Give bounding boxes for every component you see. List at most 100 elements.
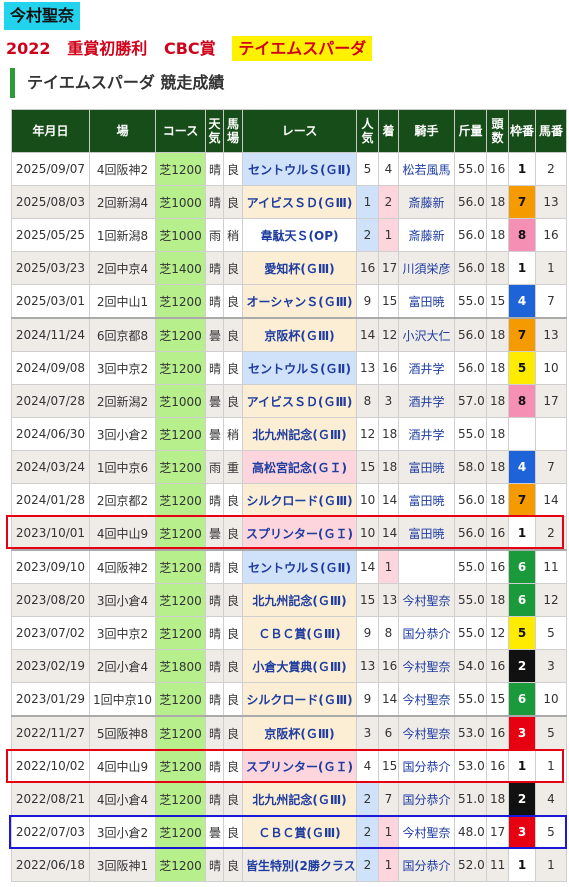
cell-race[interactable]: アイビスＳＤ(ＧⅢ) [242,384,357,418]
cell-track[interactable]: 2回新潟2 [89,384,156,418]
cell-jockey[interactable]: 酒井学 [398,351,455,385]
cell-track[interactable]: 3回中京2 [89,616,156,650]
cell-race[interactable]: オーシャンＳ(ＧⅢ) [242,284,357,319]
cell-track[interactable]: 4回阪神2 [89,152,156,186]
cell-race[interactable]: 愛知杯(ＧⅢ) [242,251,357,285]
cell-pop: 16 [356,251,379,285]
cell-finish: 7 [378,782,399,816]
cell-jockey[interactable]: 今村聖奈 [398,583,455,617]
cell-weight: 57.0 [454,384,487,418]
cell-weight: 55.0 [454,616,487,650]
cell-date: 2022/07/03 [11,815,90,849]
cell-race[interactable]: シルクロード(ＧⅢ) [242,682,357,717]
cell-going: 良 [223,749,243,783]
cell-track[interactable]: 2回京都2 [89,483,156,517]
cell-course: 芝1200 [155,516,206,551]
cell-race[interactable]: ＣＢＣ賞(ＧⅢ) [242,616,357,650]
cell-weight: 54.0 [454,649,487,683]
cell-track[interactable]: 2回中山1 [89,284,156,319]
cell-jockey[interactable]: 松若風馬 [398,152,455,186]
cell-weight: 56.0 [454,483,487,517]
cell-waku: 7 [508,317,536,352]
cell-track[interactable]: 4回小倉4 [89,782,156,816]
cell-race[interactable]: 小倉大賞典(ＧⅢ) [242,649,357,683]
cell-jockey[interactable]: 富田暁 [398,284,455,319]
cell-jockey[interactable]: 斎藤新 [398,185,455,219]
cell-race[interactable]: 京阪杯(ＧⅢ) [242,715,357,750]
cell-track[interactable]: 3回小倉2 [89,417,156,451]
cell-pop: 14 [356,549,379,584]
cell-track[interactable]: 2回新潟4 [89,185,156,219]
cell-race[interactable]: アイビスＳＤ(ＧⅢ) [242,185,357,219]
cell-race[interactable]: 北九州記念(ＧⅢ) [242,782,357,816]
cell-jockey[interactable] [398,549,455,584]
cell-race[interactable]: スプリンター(ＧＩ) [242,749,357,783]
cell-jockey[interactable]: 国分恭介 [398,848,455,882]
cell-umaban [535,417,567,451]
section-label: 競走成績 [160,73,225,92]
table-row: 2025/09/07 4回阪神2 芝1200 晴良セントウルＳ(ＧⅡ) 5 4 松若風馬 55… [11,152,567,186]
cell-jockey[interactable]: 酒井学 [398,384,455,418]
cell-date: 2025/03/23 [11,251,90,285]
cell-jockey[interactable]: 国分恭介 [398,749,455,783]
cell-track[interactable]: 4回阪神2 [89,549,156,584]
cell-track[interactable]: 2回中京4 [89,251,156,285]
cell-race[interactable]: 韋駄天Ｓ(OP) [242,218,357,252]
cell-jockey[interactable]: 国分恭介 [398,782,455,816]
cell-track[interactable]: 3回中京2 [89,351,156,385]
cell-track[interactable]: 5回阪神8 [89,715,156,750]
cell-track[interactable]: 4回中山9 [89,516,156,551]
cell-jockey[interactable]: 富田暁 [398,483,455,517]
cell-race[interactable]: 高松宮記念(ＧＩ) [242,450,357,484]
cell-course: 芝1200 [155,483,206,517]
cell-jockey[interactable]: 今村聖奈 [398,682,455,717]
cell-race[interactable]: シルクロード(ＧⅢ) [242,483,357,517]
cell-finish: 2 [378,185,399,219]
cell-race[interactable]: ＣＢＣ賞(ＧⅢ) [242,815,357,849]
cell-weather: 晴 [205,549,224,584]
cell-jockey[interactable]: 今村聖奈 [398,815,455,849]
cell-race[interactable]: スプリンター(ＧＩ) [242,516,357,551]
cell-field: 18 [486,417,509,451]
cell-jockey[interactable]: 今村聖奈 [398,715,455,750]
cell-pop: 2 [356,218,379,252]
cell-going: 良 [223,384,243,418]
cell-race[interactable]: 京阪杯(ＧⅢ) [242,317,357,352]
cell-course: 芝1200 [155,450,206,484]
cell-track[interactable]: 1回中京6 [89,450,156,484]
cell-weight: 55.0 [454,152,487,186]
cell-jockey[interactable]: 小沢大仁 [398,317,455,352]
cell-track[interactable]: 3回阪神1 [89,848,156,882]
cell-jockey[interactable]: 川須栄彦 [398,251,455,285]
cell-jockey[interactable]: 富田暁 [398,516,455,551]
cell-waku: 1 [508,152,536,186]
cell-race[interactable]: 北九州記念(ＧⅢ) [242,417,357,451]
cell-course: 芝1200 [155,549,206,584]
cell-jockey[interactable]: 斎藤新 [398,218,455,252]
cell-track[interactable]: 1回新潟8 [89,218,156,252]
cell-jockey[interactable]: 今村聖奈 [398,649,455,683]
cell-jockey[interactable]: 酒井学 [398,417,455,451]
cell-track[interactable]: 6回京都8 [89,317,156,352]
cell-weather: 晴 [205,583,224,617]
cell-race[interactable]: セントウルＳ(ＧⅡ) [242,549,357,584]
cell-going: 良 [223,649,243,683]
cell-track[interactable]: 4回中山9 [89,749,156,783]
cell-waku: 7 [508,185,536,219]
cell-race[interactable]: セントウルＳ(ＧⅡ) [242,351,357,385]
cell-race[interactable]: 皆生特別(2勝クラス) [242,848,357,882]
cell-track[interactable]: 1回中京10 [89,682,156,717]
cell-date: 2024/11/24 [11,317,90,352]
cell-date: 2023/02/19 [11,649,90,683]
cell-race[interactable]: 北九州記念(ＧⅢ) [242,583,357,617]
cell-track[interactable]: 3回小倉2 [89,815,156,849]
cell-waku: 5 [508,351,536,385]
cell-track[interactable]: 3回小倉4 [89,583,156,617]
cell-race[interactable]: セントウルＳ(ＧⅡ) [242,152,357,186]
cell-date: 2024/06/30 [11,417,90,451]
cell-jockey[interactable]: 富田暁 [398,450,455,484]
cell-jockey[interactable]: 国分恭介 [398,616,455,650]
section-title: テイエムスパーダ 競走成績 [10,68,558,98]
cell-track[interactable]: 2回小倉4 [89,649,156,683]
cell-course: 芝1200 [155,417,206,451]
